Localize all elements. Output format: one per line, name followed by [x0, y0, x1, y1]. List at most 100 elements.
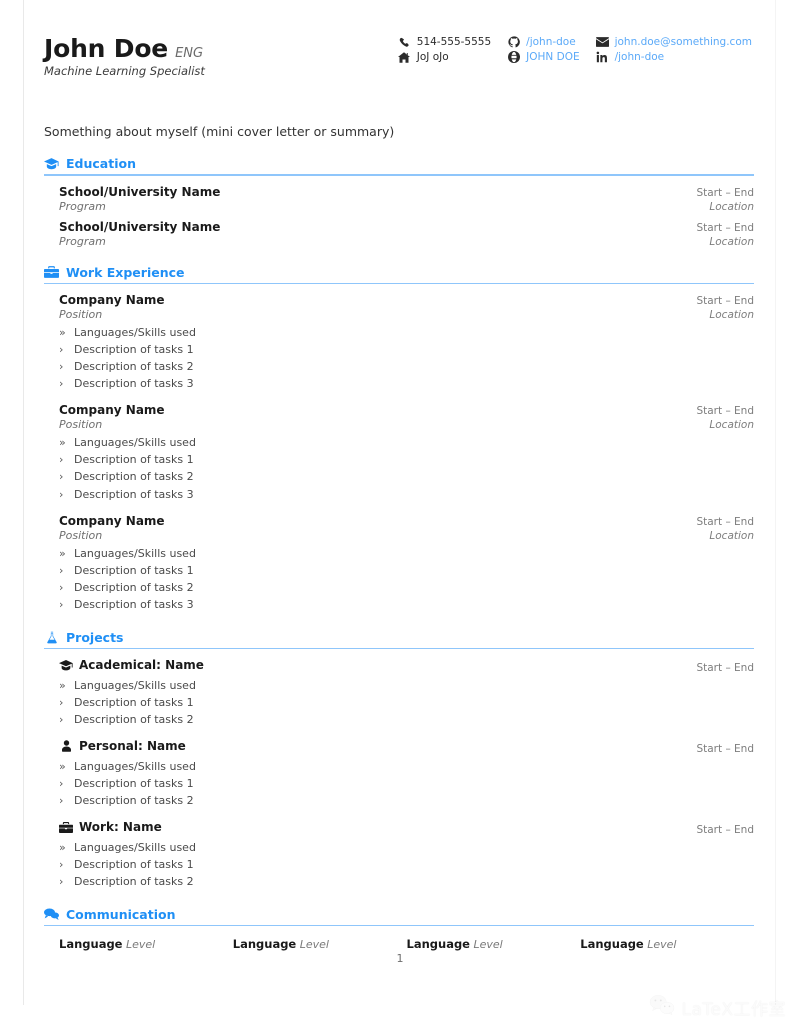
entry-title: School/University Name: [59, 219, 221, 234]
contact-text: /john-doe: [614, 51, 665, 63]
bullet-item: › Description of tasks 1: [59, 562, 754, 579]
bullet-list: » Languages/Skills used › Description of t…: [59, 324, 754, 392]
bullet-marker: ›: [59, 487, 64, 501]
entry-title: Company Name: [59, 293, 165, 308]
language-list: Language Level Language Level Language L…: [44, 926, 754, 951]
section-education: Education School/University Name Start –…: [44, 156, 754, 248]
globe-icon: [507, 51, 520, 63]
bullet-list: » Languages/Skills used › Description of t…: [59, 677, 754, 728]
section-title: Communication: [66, 906, 176, 922]
entry-title: Academical: Name: [79, 658, 204, 673]
page-title: John Doe: [44, 34, 169, 63]
comments-icon: [44, 908, 59, 921]
work-entries: Company Name Start – End Position Locati…: [44, 284, 754, 613]
summary-text: Something about myself (mini cover lette…: [44, 124, 395, 139]
bullet-item: » Languages/Skills used: [59, 758, 754, 775]
entry-role: Position: [59, 418, 103, 432]
bullet-text: Languages/Skills used: [74, 840, 196, 854]
contact-text: JoJ oJo: [416, 51, 449, 63]
bullet-item: › Description of tasks 1: [59, 856, 754, 873]
section-header-projects: Projects: [44, 630, 754, 648]
watermark-text: LaTeX工作室: [681, 999, 786, 1020]
language-level: Level: [126, 938, 156, 952]
bullet-text: Description of tasks 2: [74, 360, 194, 374]
bullet-list: » Languages/Skills used › Description of t…: [59, 758, 754, 809]
subtitle: Machine Learning Specialist: [44, 64, 205, 78]
bullet-item: › Description of tasks 2: [59, 358, 754, 375]
contact-item-github[interactable]: /john-doe: [507, 36, 579, 48]
contact-item-home[interactable]: JoJ oJo: [398, 51, 491, 63]
entry-date: Start – End: [696, 405, 754, 418]
entry-location: Location: [709, 529, 754, 542]
briefcase-icon: [59, 821, 73, 833]
section-work-experience: Work Experience Company Name Start – End…: [44, 265, 754, 613]
bullet-marker: ›: [59, 777, 64, 791]
language-item: Language Level: [59, 937, 233, 951]
entry-date: Start – End: [696, 661, 754, 674]
bullet-item: › Description of tasks 1: [59, 775, 754, 792]
language-level: Level: [473, 938, 503, 952]
bullet-text: Description of tasks 3: [74, 377, 194, 391]
contact-text: JOHN DOE: [526, 51, 580, 63]
resume-page: John Doe ENG Machine Learning Specialist…: [44, 0, 754, 951]
entry-date: Start – End: [696, 515, 754, 528]
bullet-marker: ›: [59, 874, 64, 888]
name-tag: ENG: [175, 46, 204, 61]
bullet-item: › Description of tasks 1: [59, 341, 754, 358]
bullet-marker: ›: [59, 470, 64, 484]
envelope-icon: [595, 36, 609, 48]
entry-date: Start – End: [696, 221, 754, 234]
entry-location: Location: [709, 419, 754, 432]
section-header-communication: Communication: [44, 907, 754, 925]
bullet-marker: ›: [59, 712, 64, 726]
education-entry: School/University Name Start – End Progr…: [59, 185, 754, 213]
person-icon: [59, 740, 73, 752]
education-entry: School/University Name Start – End Progr…: [59, 220, 754, 248]
entry-title: Work: Name: [79, 820, 162, 835]
bullet-marker: »: [59, 436, 66, 450]
page-number: 1: [396, 952, 404, 965]
bullet-list: » Languages/Skills used › Description of t…: [59, 839, 754, 890]
contact-item-website[interactable]: JOHN DOE: [507, 51, 580, 63]
bullet-item: › Description of tasks 3: [59, 375, 754, 392]
watermark: LaTeX工作室: [649, 994, 787, 1020]
bullet-item: › Description of tasks 2: [59, 792, 754, 809]
bullet-marker: ›: [59, 857, 64, 871]
bullet-text: Description of tasks 3: [74, 597, 194, 611]
phone-icon: [398, 36, 411, 48]
bullet-item: › Description of tasks 2: [59, 468, 754, 485]
bullet-text: Description of tasks 3: [74, 487, 194, 501]
briefcase-icon: [44, 266, 59, 279]
bullet-marker: ›: [59, 563, 64, 577]
bullet-marker: »: [59, 840, 66, 854]
bullet-item: » Languages/Skills used: [59, 545, 754, 562]
entry-location: Location: [709, 309, 754, 322]
bullet-text: Description of tasks 2: [74, 794, 194, 808]
work-entry: Company Name Start – End Position Locati…: [59, 293, 754, 392]
work-entry: Company Name Start – End Position Locati…: [59, 403, 754, 502]
bullet-marker: ›: [59, 343, 64, 357]
bullet-marker: »: [59, 546, 66, 560]
bullet-item: › Description of tasks 2: [59, 579, 754, 596]
language-level: Level: [647, 938, 677, 952]
bullet-text: Description of tasks 1: [74, 777, 194, 791]
home-icon: [398, 51, 411, 63]
entry-role: Program: [59, 199, 106, 213]
project-entry: Personal: Name Start – End » Languages/Sk…: [59, 739, 754, 809]
project-entry: Academical: Name Start – End » Languages/…: [59, 658, 754, 728]
entry-date: Start – End: [696, 742, 754, 755]
bullet-text: Description of tasks 2: [74, 470, 194, 484]
language-item: Language Level: [580, 937, 754, 951]
entry-location: Location: [709, 200, 754, 213]
entry-title: School/University Name: [59, 184, 221, 199]
section-header-education: Education: [44, 156, 754, 174]
contact-item-linkedin[interactable]: /john-doe: [596, 51, 752, 63]
bullet-text: Description of tasks 2: [74, 580, 194, 594]
contact-item-email[interactable]: john.doe@something.com: [595, 36, 752, 48]
flask-icon: [44, 631, 59, 644]
bullet-text: Description of tasks 1: [74, 453, 194, 467]
bullet-marker: »: [59, 759, 66, 773]
contact-item-phone[interactable]: 514-555-5555: [398, 36, 491, 48]
bullet-item: › Description of tasks 3: [59, 486, 754, 503]
work-entry: Company Name Start – End Position Locati…: [59, 514, 754, 613]
